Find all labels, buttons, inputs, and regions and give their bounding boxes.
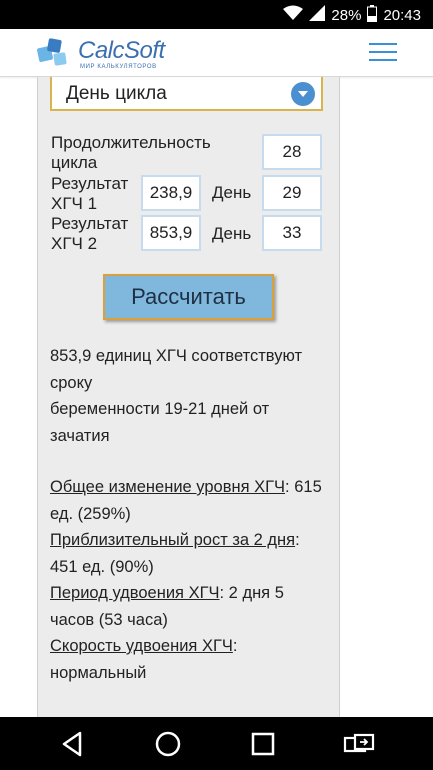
doubling-value-a: : 2 дня 5 (219, 584, 284, 602)
calculator-panel: День цикла Продолжительность цикла 28 Ре… (37, 77, 340, 720)
change-value-b: ед. (259%) (50, 504, 131, 523)
result-line4: зачатия (50, 426, 110, 445)
cycle-length-label-line1: Продолжительность (51, 133, 211, 152)
logo-text: CalcSoft (78, 37, 165, 64)
hamburger-menu-icon[interactable] (369, 43, 397, 63)
hcg2-input[interactable]: 853,9 (141, 215, 201, 251)
cycle-length-label: Продолжительность цикла (51, 133, 211, 173)
status-bar: 28% 20:43 (0, 0, 433, 29)
result1-label-line1: Результат (51, 174, 129, 193)
result2-label-line1: Результат (51, 214, 129, 233)
calcsoft-logo[interactable]: CalcSoft МИР КАЛЬКУЛЯТОРОВ (36, 35, 166, 73)
wifi-icon (283, 5, 304, 25)
change-value-a: : 615 (285, 478, 322, 496)
result-line3: беременности 19-21 дней от (50, 400, 270, 418)
clock: 20:43 (383, 6, 421, 24)
status-icons: 28% 20:43 (283, 4, 421, 26)
hcg1-input[interactable]: 238,9 (141, 175, 201, 211)
change-label: Общее изменение уровня ХГЧ (50, 478, 286, 496)
growth-value-a: : (295, 531, 300, 549)
day2-input[interactable]: 33 (262, 215, 322, 251)
change-row: Общее изменение уровня ХГЧ: 615 (50, 474, 330, 501)
battery-icon (367, 4, 378, 26)
doubling-row: Период удвоения ХГЧ: 2 дня 5 (50, 580, 330, 607)
result-line2: сроку (50, 373, 93, 392)
result-line1: 853,9 единиц ХГЧ соответствуют (50, 347, 303, 365)
result2-label-line2: ХГЧ 2 (51, 234, 98, 253)
growth-row: Приблизительный рост за 2 дня: (50, 527, 330, 554)
back-icon[interactable] (58, 729, 88, 759)
speed-row: Скорость удвоения ХГЧ: (50, 633, 330, 660)
cell-signal-icon (309, 5, 326, 25)
day1-input[interactable]: 29 (262, 175, 322, 211)
result1-label-line2: ХГЧ 1 (51, 194, 98, 213)
speed-value-a: : (232, 637, 238, 655)
result2-label: Результат ХГЧ 2 (51, 214, 128, 254)
screen-rotate-icon[interactable] (343, 729, 375, 759)
battery-percent: 28% (331, 6, 362, 24)
calculate-button[interactable]: Рассчитать (103, 274, 274, 320)
chevron-down-icon[interactable] (291, 82, 315, 106)
day1-label: День (212, 183, 252, 202)
result1-label: Результат ХГЧ 1 (51, 174, 128, 214)
growth-value-b: 451 ед. (90%) (50, 557, 154, 576)
cycle-length-label-line2: цикла (51, 153, 98, 172)
logo-cubes-icon (37, 38, 67, 66)
app-bar: CalcSoft МИР КАЛЬКУЛЯТОРОВ (0, 29, 433, 77)
growth-label: Приблизительный рост за 2 дня (50, 531, 296, 549)
doubling-label: Период удвоения ХГЧ (50, 584, 220, 602)
speed-value-b: нормальный (50, 663, 147, 682)
speed-label: Скорость удвоения ХГЧ (50, 637, 233, 655)
result-details: Общее изменение уровня ХГЧ: 615 ед. (259… (50, 474, 330, 686)
system-nav-bar (0, 717, 433, 770)
result-text: 853,9 единиц ХГЧ соответствуют сроку бер… (50, 343, 330, 449)
recents-icon[interactable] (248, 729, 278, 759)
select-value: День цикла (66, 83, 167, 104)
home-icon[interactable] (153, 729, 183, 759)
day2-label: День (212, 224, 252, 243)
cycle-length-input[interactable]: 28 (262, 134, 322, 170)
cycle-day-select[interactable]: День цикла (50, 77, 323, 111)
logo-subtitle: МИР КАЛЬКУЛЯТОРОВ (80, 64, 157, 70)
doubling-value-b: часов (53 часа) (50, 610, 168, 629)
